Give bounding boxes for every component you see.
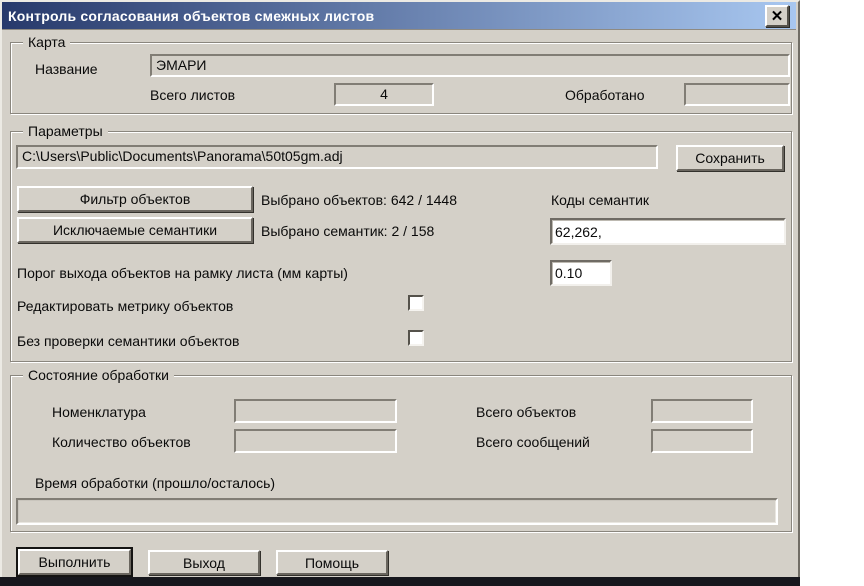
semantic-codes-label: Коды семантик: [551, 192, 649, 208]
window-title: Контроль согласования объектов смежных л…: [2, 8, 374, 24]
total-objects-field: [651, 399, 753, 423]
edit-metric-label: Редактировать метрику объектов: [17, 298, 233, 314]
object-count-label: Количество объектов: [52, 434, 191, 450]
close-icon: ✕: [771, 9, 784, 24]
no-semantic-check-label: Без проверки семантики объектов: [17, 333, 239, 349]
close-button[interactable]: ✕: [765, 5, 789, 27]
status-group-title: Состояние обработки: [23, 367, 174, 383]
semantic-codes-input[interactable]: [550, 218, 786, 245]
edit-metric-checkbox[interactable]: [408, 295, 424, 311]
object-count-field: [234, 429, 397, 453]
window-bottom-edge: [0, 577, 800, 586]
processed-field: [684, 83, 790, 106]
dialog-window: Контроль согласования объектов смежных л…: [0, 0, 800, 584]
map-group-title: Карта: [23, 34, 70, 50]
map-name-field: ЭМАРИ: [150, 54, 790, 77]
time-progress-field: [16, 498, 778, 525]
objects-selected-text: Выбрано объектов: 642 / 1448: [261, 192, 457, 208]
threshold-input[interactable]: [550, 260, 612, 286]
nomenclature-label: Номенклатура: [52, 404, 146, 420]
filter-objects-button[interactable]: Фильтр объектов: [17, 186, 253, 212]
semantics-selected-text: Выбрано семантик: 2 / 158: [261, 223, 434, 239]
map-name-label: Название: [35, 61, 98, 77]
exit-button[interactable]: Выход: [148, 550, 260, 575]
time-label: Время обработки (прошло/осталось): [35, 475, 275, 491]
processed-label: Обработано: [565, 87, 645, 103]
file-path-field: C:\Users\Public\Documents\Panorama\50t05…: [16, 145, 658, 169]
exclude-semantics-button[interactable]: Исключаемые семантики: [17, 217, 253, 243]
titlebar[interactable]: Контроль согласования объектов смежных л…: [2, 2, 796, 30]
total-objects-label: Всего объектов: [476, 404, 576, 420]
total-messages-field: [651, 429, 753, 453]
help-button[interactable]: Помощь: [276, 550, 388, 575]
nomenclature-field: [234, 399, 397, 423]
threshold-label: Порог выхода объектов на рамку листа (мм…: [17, 265, 348, 281]
total-sheets-label: Всего листов: [150, 87, 235, 103]
execute-button[interactable]: Выполнить: [18, 549, 131, 575]
save-button[interactable]: Сохранить: [676, 145, 784, 171]
params-group-title: Параметры: [23, 123, 108, 139]
no-semantic-check-checkbox[interactable]: [408, 330, 424, 346]
total-sheets-field: 4: [334, 83, 434, 106]
total-messages-label: Всего сообщений: [476, 434, 590, 450]
